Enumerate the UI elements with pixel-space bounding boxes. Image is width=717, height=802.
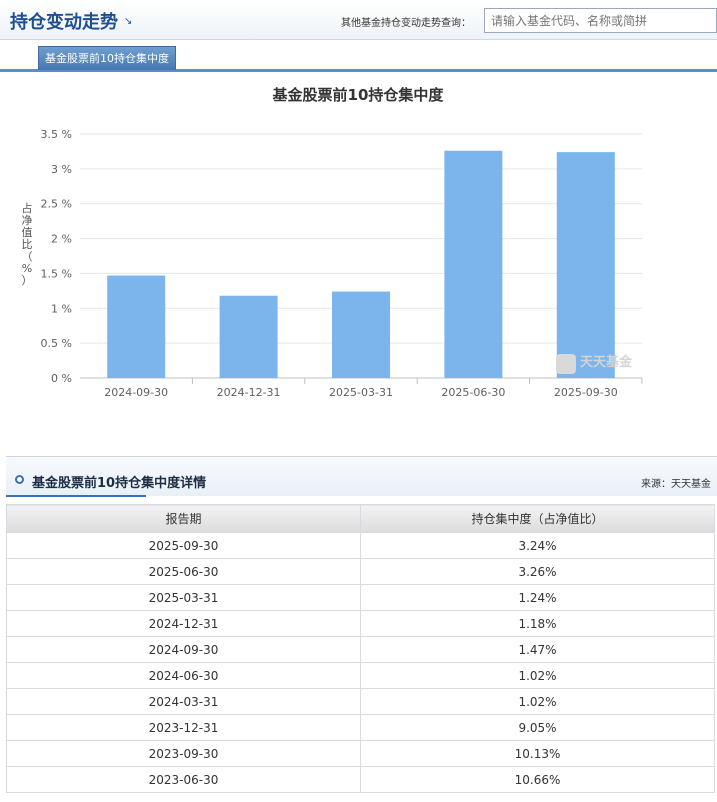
concentration-cell: 10.66% [360,766,715,793]
table-row: 2023-06-30 10.66% [6,766,715,793]
col-header-concentration: 持仓集中度（占净值比） [360,504,715,533]
y-tick-label: 0 % [51,372,72,385]
y-axis-title-char: ） [22,274,33,287]
table-row: 2024-12-31 1.18% [6,610,715,637]
col-header-period: 报告期 [6,504,361,533]
details-section: 基金股票前10持仓集中度详情 来源：天天基金 报告期 持仓集中度（占净值比） 2… [6,456,717,802]
period-cell: 2023-09-30 [6,740,361,767]
details-table: 报告期 持仓集中度（占净值比） 2025-09-30 3.24% 2025-06-3… [6,504,715,793]
x-tick-label: 2024-12-31 [217,386,281,399]
period-cell: 2023-06-30 [6,766,361,793]
bar [332,291,390,378]
source-label: 来源：天天基金 [641,479,711,490]
details-title-underline [6,495,146,497]
period-cell: 2024-03-31 [6,688,361,715]
concentration-cell: 3.24% [360,532,715,559]
chart-title: 基金股票前10持仓集中度 [272,86,445,104]
table-row: 2023-09-30 10.13% [6,740,715,767]
details-header: 基金股票前10持仓集中度详情 来源：天天基金 [6,456,717,497]
y-tick-label: 3 % [51,163,72,176]
concentration-cell: 1.47% [360,636,715,663]
page-header: 持仓变动走势 ↘ 其他基金持仓变动走势查询： [0,0,717,40]
fund-search-label: 其他基金持仓变动走势查询： [341,18,471,29]
x-tick-label: 2025-09-30 [554,386,618,399]
x-tick-label: 2024-09-30 [104,386,168,399]
x-tick-label: 2025-03-31 [329,386,393,399]
bar [556,152,615,378]
concentration-cell: 1.02% [360,662,715,689]
table-row: 2025-06-30 3.26% [6,558,715,585]
table-row: 2025-09-30 3.24% [6,532,715,559]
y-tick-label: 1 % [51,302,72,315]
watermark-logo-icon [556,354,576,374]
table-row: 2024-09-30 1.47% [6,636,715,663]
concentration-cell: 10.13% [360,740,715,767]
period-cell: 2025-03-31 [6,584,361,611]
bar [219,295,278,378]
bar [107,275,166,378]
fund-search-input[interactable] [484,8,717,33]
table-row: 2023-12-31 9.05% [6,714,715,741]
period-cell: 2025-06-30 [6,558,361,585]
concentration-cell: 1.24% [360,584,715,611]
bar [444,150,503,378]
chart-svg: 基金股票前10持仓集中度 0 % 0.5 % 1 % 1.5 % 2 % 2.5 % 3 % 3… [22,86,643,399]
x-tick-label: 2025-06-30 [441,386,505,399]
details-title: 基金股票前10持仓集中度详情 [32,476,207,491]
y-tick-label: 1.5 % [41,267,72,280]
title-arrow-icon: ↘ [124,16,133,27]
table-row: 2024-06-30 1.02% [6,662,715,689]
table-header-row: 报告期 持仓集中度（占净值比） [6,504,715,533]
page-title: 持仓变动走势 [10,12,118,33]
watermark-text: 天天基金 [580,354,633,370]
concentration-cell: 1.18% [360,610,715,637]
period-cell: 2024-09-30 [6,636,361,663]
period-cell: 2025-09-30 [6,532,361,559]
section-bullet-icon [15,475,24,484]
tab-bar: 基金股票前10持仓集中度 [0,44,717,72]
period-cell: 2024-12-31 [6,610,361,637]
y-tick-label: 0.5 % [41,337,72,350]
concentration-cell: 9.05% [360,714,715,741]
period-cell: 2023-12-31 [6,714,361,741]
y-tick-label: 2.5 % [41,198,72,211]
table-row: 2024-03-31 1.02% [6,688,715,715]
concentration-cell: 3.26% [360,558,715,585]
y-tick-label: 2 % [51,233,72,246]
y-tick-label: 3.5 % [41,128,72,141]
y-axis-title-char: 净 [22,213,33,227]
y-axis-title-char: 占 [22,201,33,215]
tab-top10-concentration[interactable]: 基金股票前10持仓集中度 [38,46,176,70]
concentration-chart: 基金股票前10持仓集中度 0 % 0.5 % 1 % 1.5 % 2 % 2.5 % 3 % 3… [0,74,717,450]
period-cell: 2024-06-30 [6,662,361,689]
table-row: 2025-03-31 1.24% [6,584,715,611]
concentration-cell: 1.02% [360,688,715,715]
